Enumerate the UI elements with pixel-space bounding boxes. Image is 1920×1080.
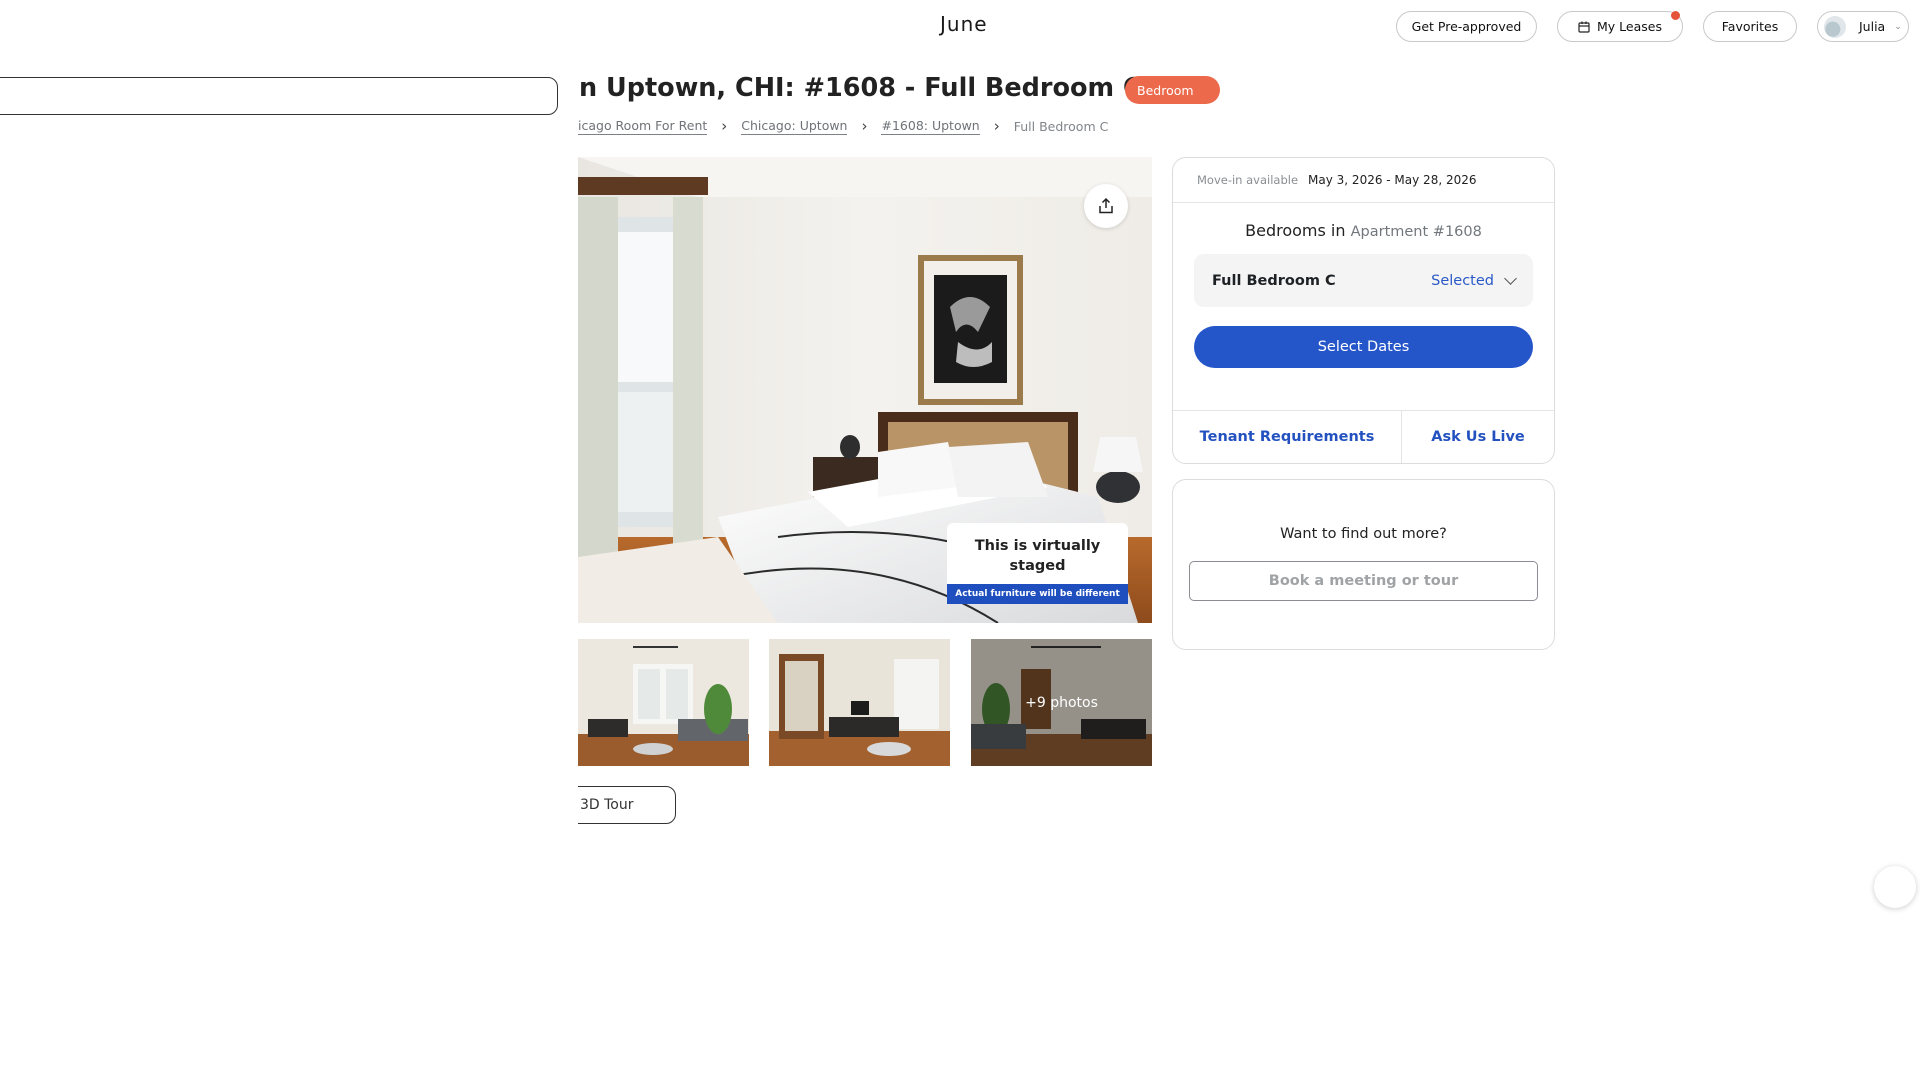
thumbnail-living-room[interactable] bbox=[578, 639, 749, 766]
chevron-right-icon: › bbox=[861, 117, 868, 135]
page-title: n Uptown, CHI: #1608 - Full Bedroom C bbox=[579, 73, 1142, 103]
avatar bbox=[1824, 15, 1846, 38]
select-dates-button[interactable]: Select Dates bbox=[1194, 326, 1533, 368]
booking-card: Move-in available May 3, 2026 - May 28, … bbox=[1172, 157, 1555, 464]
tenant-requirements-link[interactable]: Tenant Requirements bbox=[1173, 411, 1402, 463]
move-in-dates: May 3, 2026 - May 28, 2026 bbox=[1308, 173, 1477, 187]
bedrooms-heading: Bedrooms in Apartment #1608 bbox=[1173, 221, 1554, 240]
chevron-down-icon bbox=[1504, 271, 1517, 285]
user-menu-button[interactable]: Julia ⌄ bbox=[1817, 11, 1909, 42]
staging-note: Actual furniture will be different bbox=[947, 584, 1128, 604]
move-in-label: Move-in available bbox=[1197, 173, 1299, 187]
breadcrumb-link-apartment[interactable]: #1608: Uptown bbox=[881, 118, 980, 135]
virtual-staging-notice: This is virtually staged Actual furnitur… bbox=[947, 523, 1128, 604]
apartment-name: Apartment #1608 bbox=[1350, 224, 1482, 240]
breadcrumb-link-room-for-rent[interactable]: icago Room For Rent bbox=[578, 118, 708, 135]
room-type-badge: Bedroom bbox=[1125, 76, 1220, 104]
breadcrumb-current: Full Bedroom C bbox=[1013, 118, 1109, 134]
3d-tour-label: 3D Tour bbox=[580, 797, 634, 813]
my-leases-label: My Leases bbox=[1597, 19, 1662, 34]
search-input[interactable] bbox=[0, 77, 558, 115]
user-name: Julia bbox=[1859, 19, 1886, 34]
book-meeting-button[interactable]: Book a meeting or tour bbox=[1189, 561, 1538, 601]
room-name: Full Bedroom C bbox=[1212, 272, 1336, 289]
tour-clip: 3D Tour bbox=[578, 780, 698, 830]
my-leases-button[interactable]: My Leases bbox=[1557, 11, 1683, 42]
3d-tour-button[interactable]: 3D Tour bbox=[578, 786, 676, 824]
chevron-down-icon: ⌄ bbox=[1894, 21, 1902, 32]
thumbnail-more-photos[interactable]: +9 photos bbox=[971, 639, 1152, 766]
share-button[interactable] bbox=[1084, 184, 1128, 228]
find-out-more-question: Want to find out more? bbox=[1280, 526, 1447, 542]
favorites-button[interactable]: Favorites bbox=[1703, 11, 1797, 42]
breadcrumb: icago Room For Rent › Chicago: Uptown › … bbox=[578, 117, 1108, 135]
room-selector[interactable]: Full Bedroom C Selected bbox=[1194, 254, 1533, 307]
main-photo[interactable]: This is virtually staged Actual furnitur… bbox=[578, 157, 1152, 623]
breadcrumb-link-chicago-uptown[interactable]: Chicago: Uptown bbox=[741, 118, 848, 135]
chevron-right-icon: › bbox=[721, 117, 728, 135]
get-preapproved-label: Get Pre-approved bbox=[1411, 19, 1522, 34]
chevron-right-icon: › bbox=[993, 117, 1000, 135]
bedrooms-in-label: Bedrooms in bbox=[1245, 221, 1346, 240]
share-icon bbox=[1099, 197, 1113, 214]
staging-title: This is virtually staged bbox=[974, 538, 1101, 574]
ask-us-live-link[interactable]: Ask Us Live bbox=[1402, 411, 1554, 463]
thumbnail-living-room-2[interactable] bbox=[769, 639, 950, 766]
notification-dot bbox=[1671, 11, 1680, 20]
booking-card-footer: Tenant Requirements Ask Us Live bbox=[1173, 410, 1554, 463]
more-photos-label: +9 photos bbox=[1025, 694, 1098, 711]
living-room-photo bbox=[578, 639, 749, 766]
calendar-icon bbox=[1578, 21, 1590, 33]
find-out-more-card: Want to find out more? Book a meeting or… bbox=[1172, 479, 1555, 650]
room-status: Selected bbox=[1431, 272, 1494, 289]
get-preapproved-button[interactable]: Get Pre-approved bbox=[1396, 11, 1537, 42]
favorites-label: Favorites bbox=[1721, 19, 1779, 34]
living-room-2-photo bbox=[769, 639, 950, 766]
brand-logo[interactable]: June bbox=[940, 12, 988, 36]
move-in-availability: Move-in available May 3, 2026 - May 28, … bbox=[1173, 158, 1554, 203]
chat-widget-button[interactable] bbox=[1874, 866, 1916, 908]
